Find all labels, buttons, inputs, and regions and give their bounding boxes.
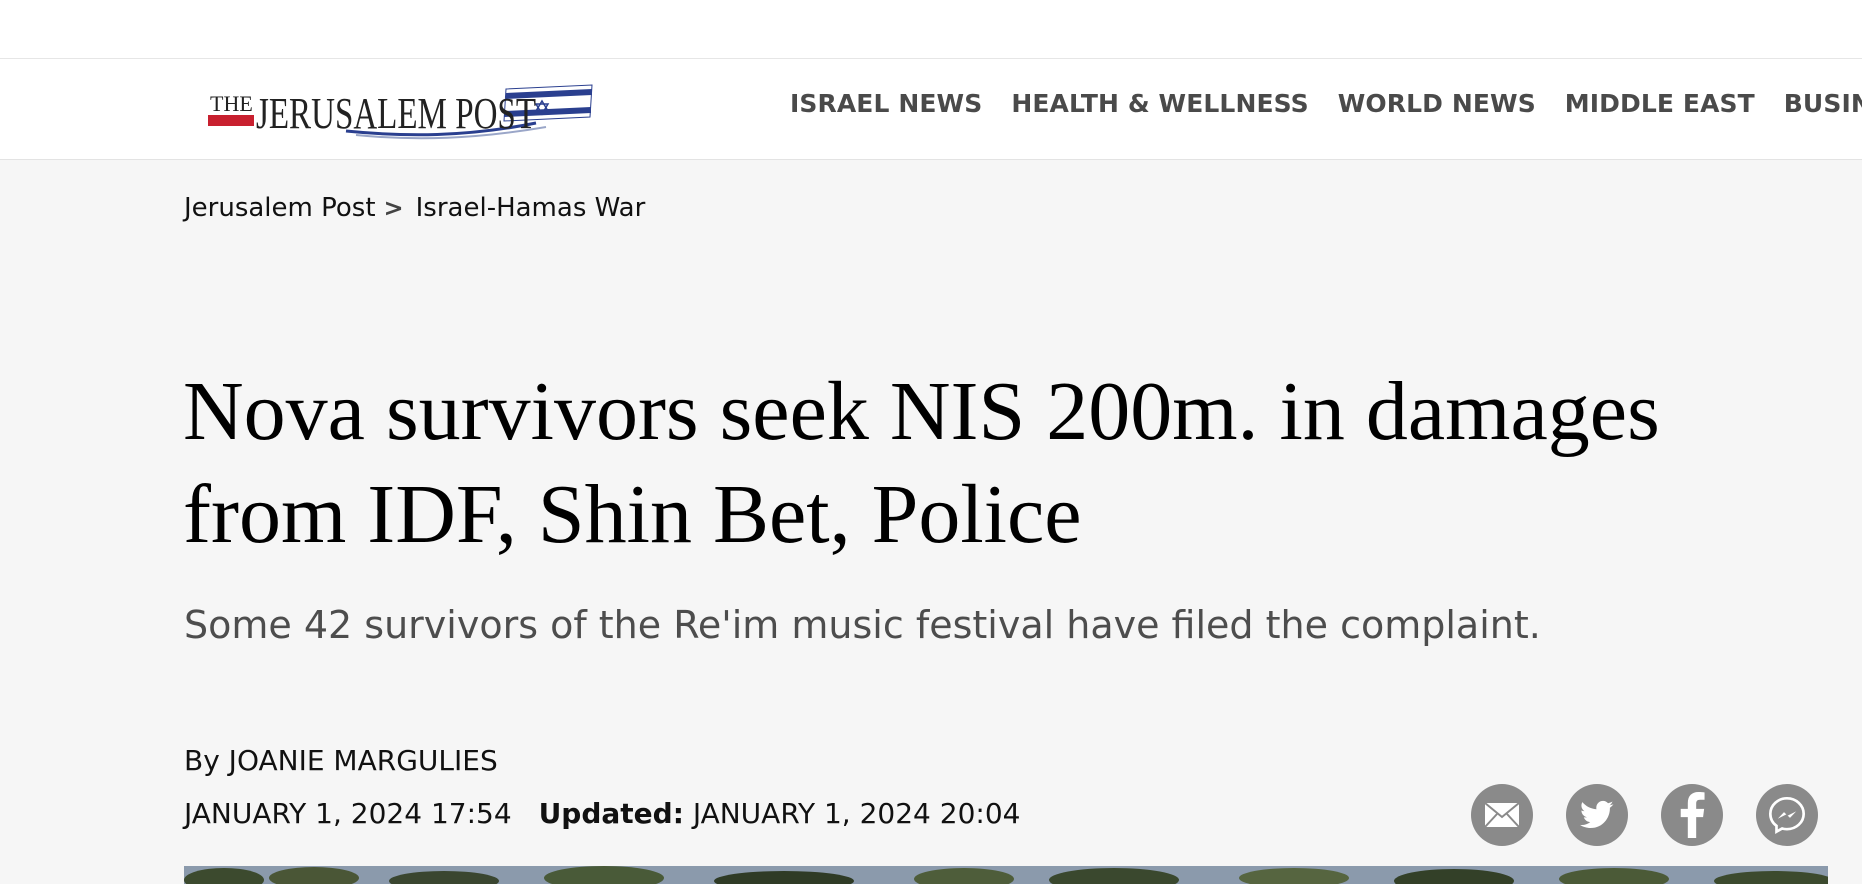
share-email-button[interactable] — [1471, 784, 1533, 846]
hero-image — [184, 866, 1828, 884]
main-nav: ISRAEL NEWS HEALTH & WELLNESS WORLD NEWS… — [790, 89, 1862, 118]
nav-item-business[interactable]: BUSINESS & I — [1784, 89, 1862, 118]
jerusalem-post-logo-icon: THE JERUSALEM POST — [208, 84, 593, 140]
svg-text:THE: THE — [210, 91, 253, 116]
nav-item-health-wellness[interactable]: HEALTH & WELLNESS — [1011, 89, 1308, 118]
share-twitter-button[interactable] — [1566, 784, 1628, 846]
facebook-icon — [1680, 792, 1705, 838]
breadcrumb: Jerusalem Post > Israel-Hamas War — [184, 193, 645, 223]
nav-item-israel-news[interactable]: ISRAEL NEWS — [790, 89, 982, 118]
site-header: THE JERUSALEM POST ISRAEL NEWS HEALTH & … — [0, 59, 1862, 160]
breadcrumb-home-link[interactable]: Jerusalem Post — [184, 193, 376, 223]
mail-icon — [1484, 802, 1520, 828]
updated-label: Updated: — [538, 797, 684, 830]
messenger-icon — [1768, 796, 1806, 834]
share-buttons — [1471, 784, 1818, 846]
share-messenger-button[interactable] — [1756, 784, 1818, 846]
article-headline: Nova survivors seek NIS 200m. in damages… — [183, 365, 1660, 561]
published-date: JANUARY 1, 2024 17:54 — [184, 797, 512, 830]
breadcrumb-separator-icon: > — [383, 194, 404, 222]
svg-text:JERUSALEM POST: JERUSALEM POST — [256, 89, 536, 138]
breadcrumb-section-link[interactable]: Israel-Hamas War — [416, 193, 646, 223]
article-byline[interactable]: By JOANIE MARGULIES — [184, 744, 498, 777]
twitter-icon — [1580, 800, 1614, 829]
article-subtitle: Some 42 survivors of the Re'im music fes… — [184, 603, 1541, 647]
nav-item-world-news[interactable]: WORLD NEWS — [1338, 89, 1536, 118]
hero-image-trees-icon — [184, 866, 1828, 884]
share-facebook-button[interactable] — [1661, 784, 1723, 846]
site-logo[interactable]: THE JERUSALEM POST — [206, 81, 596, 141]
nav-item-middle-east[interactable]: MIDDLE EAST — [1565, 89, 1755, 118]
article-dates: JANUARY 1, 2024 17:54 Updated: JANUARY 1… — [184, 797, 1020, 830]
updated-date: JANUARY 1, 2024 20:04 — [692, 797, 1021, 830]
top-strip — [0, 0, 1862, 59]
